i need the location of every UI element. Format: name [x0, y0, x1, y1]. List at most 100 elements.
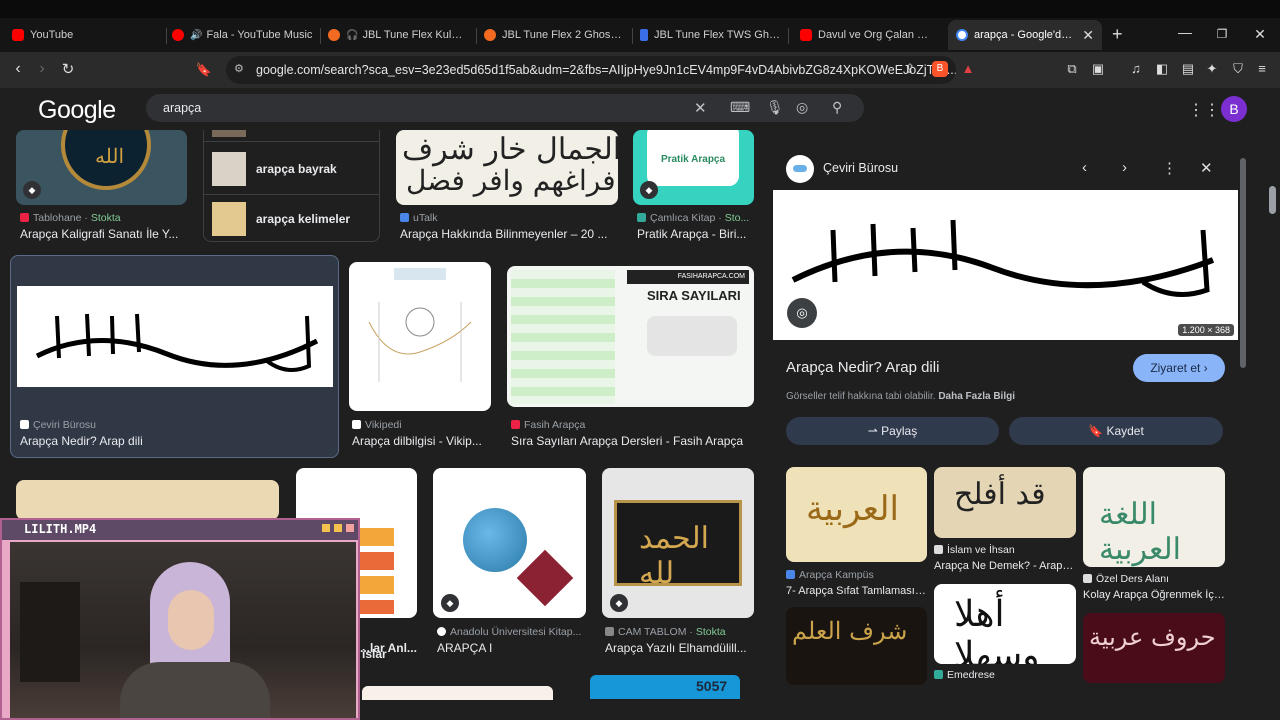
result-source[interactable]: Vikipedi: [352, 419, 492, 431]
related-image[interactable]: أهلا وسهلا: [934, 584, 1076, 664]
related-source[interactable]: Arapça Kampüs: [786, 569, 927, 581]
result-image[interactable]: Pratik Arapça ◆: [633, 130, 754, 205]
result-image[interactable]: الله ◆: [16, 130, 187, 205]
panel-title[interactable]: Arapça Nedir? Arap dili: [786, 359, 939, 376]
tab-youtube-music[interactable]: 🔊 Fala - YouTube Music: [164, 20, 324, 50]
url-field[interactable]: ⚙ google.com/search?sca_esv=3e23ed5d65d1…: [226, 56, 956, 84]
lens-icon[interactable]: ◎: [796, 99, 808, 116]
prev-icon[interactable]: ‹: [1082, 159, 1087, 176]
result-image[interactable]: [362, 686, 553, 700]
tab-jbl-3[interactable]: JBL Tune Flex TWS Ghost: [632, 20, 788, 50]
tab-youtube[interactable]: YouTube: [4, 20, 164, 50]
result-image[interactable]: 5057: [590, 675, 740, 699]
restore-icon[interactable]: ❐: [1212, 27, 1232, 41]
bookmark-icon[interactable]: 🔖: [194, 62, 214, 78]
result-title[interactable]: Pratik Arapça - Biri...: [637, 227, 755, 241]
scrollbar-thumb[interactable]: [1269, 186, 1276, 214]
search-icon[interactable]: ⚲: [832, 99, 842, 116]
result-source[interactable]: Fasih Arapça: [511, 419, 751, 431]
search-query[interactable]: arapça: [163, 101, 201, 115]
close-tab-icon[interactable]: ✕: [1076, 27, 1094, 44]
overlay-maximize-icon[interactable]: [334, 524, 342, 532]
result-title[interactable]: Arapça Yazılı Elhamdülill...: [605, 641, 755, 655]
visit-button[interactable]: Ziyaret et ›: [1133, 354, 1225, 382]
result-image[interactable]: ◆: [433, 468, 586, 618]
result-source[interactable]: Anadolu Üniversitesi Kitap...: [437, 626, 587, 638]
avatar[interactable]: B: [1221, 96, 1247, 122]
wallet-icon[interactable]: ▤: [1180, 61, 1196, 77]
vpn-icon[interactable]: ⛉: [1230, 61, 1246, 77]
related-source[interactable]: İslam ve İhsan: [934, 544, 1076, 556]
menu-icon[interactable]: ≡: [1254, 61, 1270, 77]
related-title[interactable]: 7- Arapça Sıfat Tamlaması /...: [786, 585, 927, 597]
related-source[interactable]: Emedrese: [934, 669, 1076, 681]
brave-shields-icon[interactable]: B: [932, 61, 948, 77]
related-title[interactable]: Kolay Arapça Öğrenmek İçin...: [1083, 589, 1225, 601]
next-icon[interactable]: ›: [1122, 159, 1127, 176]
reload-icon[interactable]: ↻: [58, 60, 78, 78]
more-icon[interactable]: ⋮: [1162, 159, 1177, 177]
back-icon[interactable]: ‹: [8, 60, 28, 78]
leo-ai-icon[interactable]: ✦: [1204, 61, 1220, 77]
result-title[interactable]: Sıra Sayıları Arapça Dersleri - Fasih Ar…: [511, 434, 751, 448]
save-button[interactable]: 🔖 Kaydet: [1009, 417, 1223, 445]
result-source[interactable]: CAM TABLOM · Stokta: [605, 626, 755, 638]
result-image[interactable]: [16, 480, 279, 520]
search-box[interactable]: arapça ✕ ⌨ 🎙 ◎ ⚲: [146, 94, 864, 122]
result-title[interactable]: Arapça Kaligrafi Sanatı İle Y...: [20, 227, 188, 241]
result-image[interactable]: الحمد لله ◆: [602, 468, 754, 618]
extensions-icon[interactable]: ⧉: [1064, 61, 1080, 77]
result-image[interactable]: ﻟﻄﺎﻝ ﺍﻟﺠﻤﺎﻝ ﺧﺎﺭ ﺷﺮﻑ ﻓﺮﺍﻏﻬﻢ ﻭﺍﻓﺮ ﻓﻀﻞ: [396, 130, 618, 205]
result-title[interactable]: Arapça Nedir? Arap dili: [20, 434, 320, 448]
share-button[interactable]: ⇀ Paylaş: [786, 417, 999, 445]
mic-icon[interactable]: 🎙: [766, 99, 784, 116]
keyboard-icon[interactable]: ⌨: [730, 99, 750, 116]
tab-jbl-2[interactable]: JBL Tune Flex 2 Ghost Edit: [476, 20, 632, 50]
related-title[interactable]: Arapça Ne Demek? - Arapça...: [934, 560, 1076, 572]
related-search-link[interactable]: arapça bayrak: [256, 162, 337, 176]
related-image[interactable]: العربية: [786, 467, 927, 562]
result-title[interactable]: Arapça dilbilgisi - Vikip...: [352, 434, 492, 448]
sidebar-icon[interactable]: ◧: [1154, 61, 1170, 77]
close-panel-icon[interactable]: ✕: [1200, 159, 1213, 177]
result-title[interactable]: Arapça Hakkında Bilinmeyenler – 20 ...: [400, 227, 618, 241]
screenshot-icon[interactable]: ▣: [1090, 61, 1106, 77]
google-logo[interactable]: Google: [38, 96, 116, 125]
related-image[interactable]: اللغة العربية: [1083, 467, 1225, 567]
related-image[interactable]: حروف عربية: [1083, 613, 1225, 683]
result-source[interactable]: uTalk: [400, 212, 620, 224]
tab-jbl-1[interactable]: 🎧 JBL Tune Flex Kulaklık: [320, 20, 476, 50]
result-source[interactable]: Tablohane · Stokta: [20, 212, 190, 224]
related-source[interactable]: Özel Ders Alanı: [1083, 573, 1225, 585]
more-info-link[interactable]: Daha Fazla Bilgi: [938, 391, 1015, 402]
site-info-icon[interactable]: ⚙: [234, 62, 244, 75]
lens-search-icon[interactable]: ◎: [787, 298, 817, 328]
panel-scrollbar[interactable]: [1240, 150, 1246, 675]
overlay-minimize-icon[interactable]: [322, 524, 330, 532]
related-image[interactable]: قد أفلح: [934, 467, 1076, 538]
panel-source[interactable]: Çeviri Bürosu: [823, 161, 898, 175]
preview-image[interactable]: ◎ 1.200 × 368: [773, 190, 1238, 340]
brave-rewards-icon[interactable]: ▲: [960, 61, 976, 77]
tab-davul[interactable]: Davul ve Org Çalan Müzis: [792, 20, 944, 50]
result-image[interactable]: FASIHARAPCA.COM SIRA SAYILARI: [507, 266, 754, 407]
new-tab-icon[interactable]: +: [1112, 24, 1123, 45]
tab-google-active[interactable]: arapça - Google'da A ✕: [948, 20, 1102, 50]
close-window-icon[interactable]: ✕: [1250, 26, 1270, 43]
result-image[interactable]: [349, 262, 491, 411]
result-title-partial[interactable]: islar: [362, 647, 402, 661]
minimize-icon[interactable]: —: [1175, 24, 1195, 40]
selected-result-card[interactable]: Çeviri Bürosu Arapça Nedir? Arap dili: [10, 255, 339, 458]
result-source[interactable]: Çeviri Bürosu: [20, 419, 320, 431]
overlay-close-icon[interactable]: [346, 524, 354, 532]
forward-icon[interactable]: ›: [32, 60, 52, 78]
related-search-link[interactable]: arapça kelimeler: [256, 212, 350, 226]
video-overlay[interactable]: LILITH.MP4: [0, 518, 360, 720]
clear-icon[interactable]: ✕: [694, 99, 707, 117]
result-title[interactable]: ARAPÇA I: [437, 641, 587, 655]
result-source[interactable]: Çamlıca Kitap · Sto...: [637, 212, 755, 224]
media-icon[interactable]: ♫: [1128, 61, 1144, 77]
related-image[interactable]: ﺷﺮﻑ ﺍﻟﻌﻠﻢ: [786, 607, 927, 685]
share-icon[interactable]: ⇪: [902, 61, 918, 77]
page-scrollbar[interactable]: [1265, 130, 1280, 700]
